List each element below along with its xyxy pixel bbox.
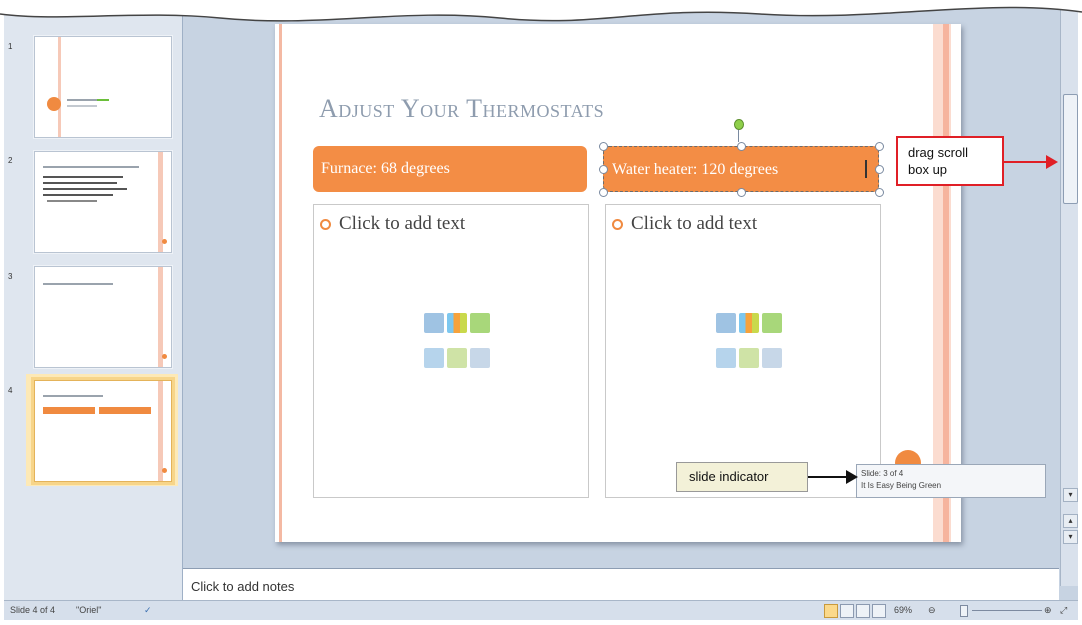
powerpoint-window: 1 2 3 4 Adjust Your Thermostats Furnace:…	[4, 6, 1078, 620]
bullet-icon	[612, 218, 623, 230]
callout-text: slide indicator	[689, 469, 769, 484]
tooltip-slide-number: Slide: 3 of 4	[861, 469, 904, 478]
slide-title[interactable]: Adjust Your Thermostats	[319, 94, 604, 124]
thumb-orange-circle	[47, 97, 61, 111]
rotation-handle[interactable]	[734, 119, 744, 130]
thumbnail-number: 3	[8, 272, 13, 281]
resize-handle-b[interactable]	[737, 188, 746, 197]
slide-thumbnail-1[interactable]	[34, 36, 172, 138]
insert-chart-icon[interactable]	[739, 313, 759, 333]
zoom-out-icon[interactable]: ⊖	[928, 605, 936, 616]
next-slide-button[interactable]: ▾	[1063, 530, 1078, 544]
scroll-box[interactable]	[1063, 94, 1078, 204]
insert-chart-icon[interactable]	[447, 313, 467, 333]
bullet-icon	[320, 218, 331, 230]
resize-handle-tl[interactable]	[599, 142, 608, 151]
slide-show-view-icon[interactable]	[872, 604, 886, 618]
resize-handle-bl[interactable]	[599, 188, 608, 197]
zoom-level[interactable]: 69%	[894, 605, 912, 615]
text-cursor	[865, 160, 867, 178]
header-box-furnace[interactable]: Furnace: 68 degrees	[313, 146, 587, 192]
slide-thumbnail-2[interactable]	[34, 151, 172, 253]
vertical-scrollbar[interactable]: ▾ ▴ ▾	[1060, 6, 1078, 586]
callout-arrow-red	[1004, 161, 1052, 163]
arrowhead-red-icon	[1046, 155, 1058, 169]
callout-arrow-black	[808, 476, 850, 478]
status-bar: Slide 4 of 4 "Oriel" ✓ 69% ⊖ ⊕ ⤢	[4, 600, 1078, 620]
insert-media-icon[interactable]	[470, 347, 490, 368]
insert-smartart-icon[interactable]	[762, 313, 782, 333]
theme-name: "Oriel"	[76, 605, 102, 615]
placeholder-text: Click to add text	[631, 213, 758, 234]
arrowhead-black-icon	[846, 470, 858, 484]
normal-view-icon[interactable]	[824, 604, 838, 618]
insert-clip-art-icon[interactable]	[739, 347, 759, 368]
thumbnail-number: 2	[8, 156, 13, 165]
zoom-in-icon[interactable]: ⊕	[1044, 605, 1052, 616]
slide-sorter-view-icon[interactable]	[840, 604, 854, 618]
previous-slide-button[interactable]: ▴	[1063, 514, 1078, 528]
zoom-slider[interactable]	[972, 610, 1042, 611]
notes-placeholder: Click to add notes	[191, 579, 295, 594]
thumbnail-number: 1	[8, 42, 13, 51]
insert-picture-icon[interactable]	[716, 347, 736, 368]
insert-table-icon[interactable]	[424, 313, 444, 333]
insert-content-icons	[424, 313, 490, 379]
resize-handle-l[interactable]	[599, 165, 608, 174]
notes-pane[interactable]: Click to add notes	[183, 568, 1059, 601]
scroll-down-arrow[interactable]: ▾	[1063, 488, 1078, 502]
header-text-furnace: Furnace: 68 degrees	[321, 160, 450, 177]
zoom-slider-knob[interactable]	[960, 605, 968, 617]
fit-slide-icon[interactable]: ⤢	[1060, 605, 1067, 616]
insert-clip-art-icon[interactable]	[447, 347, 467, 368]
slide-thumbnail-4[interactable]	[34, 380, 172, 482]
callout-drag-scroll-box: drag scroll box up	[896, 136, 1004, 186]
reading-view-icon[interactable]	[856, 604, 870, 618]
resize-handle-t[interactable]	[737, 142, 746, 151]
resize-handle-r[interactable]	[875, 165, 884, 174]
slide-count: Slide 4 of 4	[10, 605, 56, 615]
slide-thumbnail-3[interactable]	[34, 266, 172, 368]
slide-stripe-left	[279, 24, 282, 542]
callout-slide-indicator: slide indicator	[676, 462, 808, 492]
insert-content-icons	[716, 313, 782, 379]
slide-indicator-tooltip: Slide: 3 of 4 It Is Easy Being Green	[856, 464, 1046, 498]
callout-text: drag scroll box up	[908, 145, 968, 177]
placeholder-text: Click to add text	[339, 213, 466, 234]
insert-smartart-icon[interactable]	[470, 313, 490, 333]
resize-handle-br[interactable]	[875, 188, 884, 197]
insert-table-icon[interactable]	[716, 313, 736, 333]
content-placeholder-right[interactable]: Click to add text	[605, 204, 881, 498]
header-text-water-heater: Water heater: 120 degrees	[612, 161, 779, 178]
insert-media-icon[interactable]	[762, 347, 782, 368]
header-box-water-heater[interactable]: Water heater: 120 degrees	[603, 146, 879, 192]
torn-edge-border	[0, 0, 1082, 22]
tooltip-slide-title: It Is Easy Being Green	[861, 481, 942, 490]
spell-check-icon[interactable]: ✓	[144, 605, 152, 616]
slide-editing-area: Adjust Your Thermostats Furnace: 68 degr…	[183, 6, 1059, 586]
insert-picture-icon[interactable]	[424, 347, 444, 368]
content-placeholder-left[interactable]: Click to add text	[313, 204, 589, 498]
thumbnail-number: 4	[8, 386, 13, 395]
slides-pane: 1 2 3 4	[4, 6, 183, 600]
resize-handle-tr[interactable]	[875, 142, 884, 151]
